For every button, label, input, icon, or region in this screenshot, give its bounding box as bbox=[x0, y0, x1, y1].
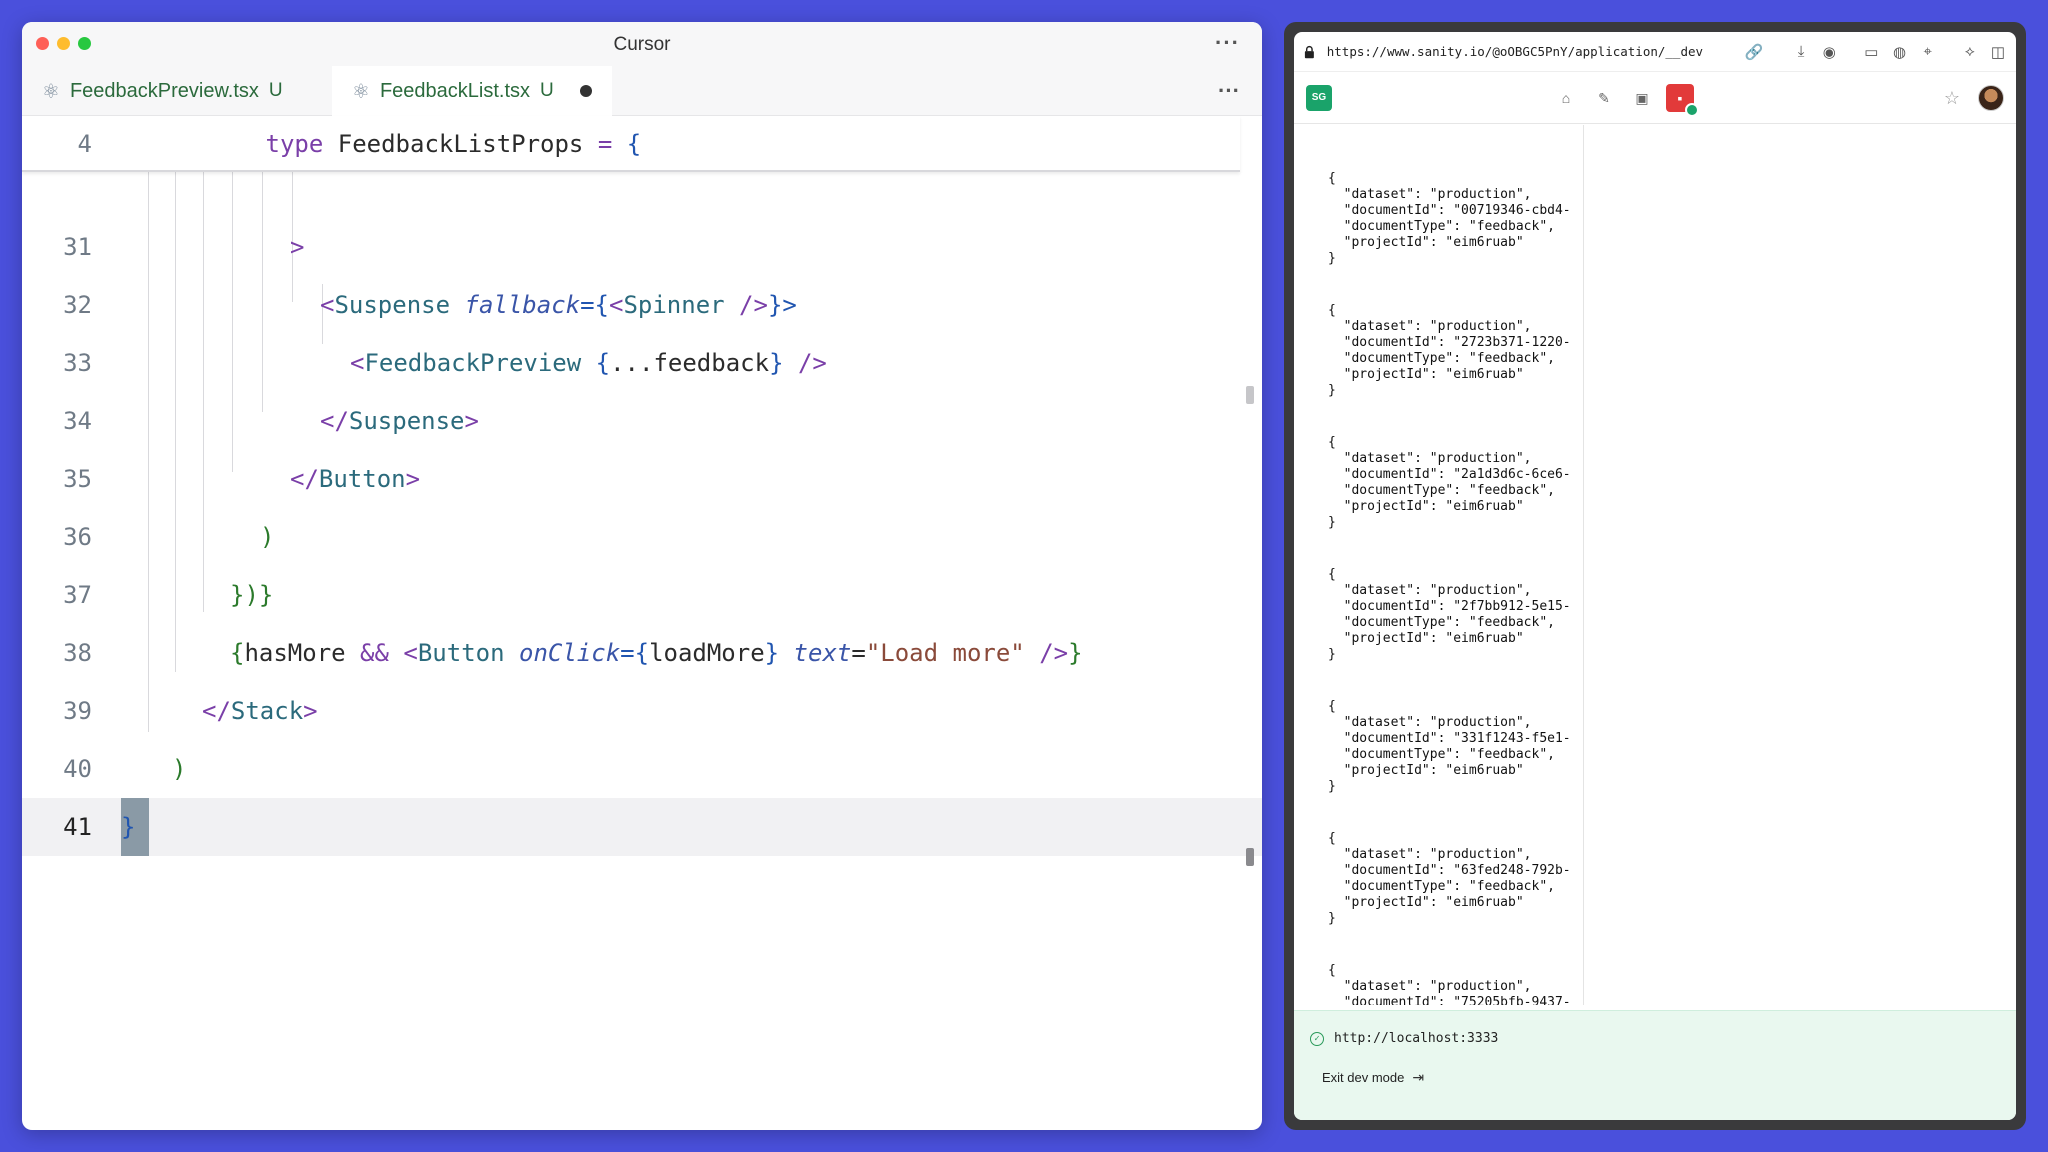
code-text: </Suspense> bbox=[320, 407, 479, 435]
camera-icon[interactable]: ◉ bbox=[1821, 44, 1837, 61]
sticky-scroll-header[interactable]: 4 type FeedbackListProps = { bbox=[22, 116, 1240, 172]
workspace-badge[interactable]: SG bbox=[1306, 84, 1332, 111]
crosshair-icon[interactable]: ⌖ bbox=[1920, 43, 1936, 60]
code-text: } bbox=[121, 813, 136, 841]
current-code-line[interactable]: 41 } bbox=[22, 798, 1262, 856]
editor-window: Cursor ··· ⚛ FeedbackPreview.tsx U ⚛ Fee… bbox=[22, 22, 1262, 1130]
code-line[interactable]: 38 {hasMore && <Button onClick={loadMore… bbox=[22, 624, 1262, 682]
more-icon[interactable]: ··· bbox=[1218, 78, 1240, 104]
line-number: 40 bbox=[63, 755, 92, 783]
tab-label: FeedbackList.tsx bbox=[379, 79, 531, 102]
json-document: { "dataset": "production", "documentId":… bbox=[1328, 171, 1571, 266]
code-line[interactable]: 31 > bbox=[22, 218, 1262, 276]
react-icon: ⚛ bbox=[352, 80, 370, 103]
dev-mode-footer: ✓ http://localhost:3333 Exit dev mode ⇥ bbox=[1294, 1010, 2016, 1120]
json-document: { "dataset": "production", "documentId":… bbox=[1328, 963, 1571, 1005]
json-document: { "dataset": "production", "documentId":… bbox=[1328, 435, 1571, 530]
code-line[interactable]: 35 </Button> bbox=[22, 450, 1262, 508]
home-icon[interactable]: ⌂ bbox=[1552, 84, 1580, 112]
code-line[interactable]: 32 <Suspense fallback={<Spinner />}> bbox=[22, 276, 1262, 334]
code-text: > bbox=[290, 233, 305, 261]
edit-icon[interactable]: ✎ bbox=[1590, 84, 1618, 112]
media-icon[interactable]: ▣ bbox=[1628, 84, 1656, 112]
exit-icon: ⇥ bbox=[1412, 1069, 1425, 1085]
code-line[interactable]: 40 ) bbox=[22, 740, 1262, 798]
globe-icon[interactable]: ◍ bbox=[1891, 44, 1907, 61]
untracked-badge: U bbox=[268, 80, 283, 101]
code-text: {hasMore && <Button onClick={loadMore} t… bbox=[230, 639, 1083, 667]
terminal-icon[interactable]: ▭ bbox=[1863, 44, 1879, 61]
code-line[interactable]: 34 </Suspense> bbox=[22, 392, 1262, 450]
app-dev-icon[interactable]: ▪ bbox=[1666, 84, 1699, 117]
star-icon[interactable]: ☆ bbox=[1944, 88, 1960, 109]
line-number: 36 bbox=[63, 523, 92, 551]
exit-dev-mode-button[interactable]: Exit dev mode ⇥ bbox=[1322, 1069, 1424, 1086]
line-number: 41 bbox=[63, 813, 92, 841]
code-text: ) bbox=[260, 523, 275, 551]
code-line[interactable]: 33 <FeedbackPreview {...feedback} /> bbox=[22, 334, 1262, 392]
link-icon[interactable]: 🔗 bbox=[1745, 44, 1764, 61]
line-number: 32 bbox=[63, 291, 92, 319]
code-line[interactable]: 37 })} bbox=[22, 566, 1262, 624]
tab-label: FeedbackPreview.tsx bbox=[69, 79, 259, 102]
code-text: </Button> bbox=[290, 465, 421, 493]
window-title: Cursor bbox=[613, 34, 671, 55]
line-number: 34 bbox=[63, 407, 92, 435]
download-icon[interactable]: ⤓ bbox=[1793, 43, 1809, 60]
untracked-badge: U bbox=[540, 80, 554, 101]
app-content: { "dataset": "production", "documentId":… bbox=[1294, 125, 2016, 1005]
browser-frame: https://www.sanity.io/@oOBGC5PnY/applica… bbox=[1294, 32, 2016, 1120]
browser-window: https://www.sanity.io/@oOBGC5PnY/applica… bbox=[1284, 22, 2026, 1130]
avatar[interactable] bbox=[1978, 85, 2004, 111]
react-icon: ⚛ bbox=[42, 80, 60, 103]
scrollbar-thumb[interactable] bbox=[1246, 848, 1254, 866]
extension-icon[interactable]: ⟡ bbox=[1962, 43, 1978, 60]
tool-switcher: ⌂ ✎ ▣ ▪ bbox=[1552, 84, 1699, 117]
line-number: 37 bbox=[63, 581, 92, 609]
line-number: 38 bbox=[63, 639, 92, 667]
check-circle-icon: ✓ bbox=[1310, 1031, 1324, 1046]
studio-navbar: SG ⌂ ✎ ▣ ▪ ☆ bbox=[1294, 72, 2016, 124]
code-line[interactable]: 36 ) bbox=[22, 508, 1262, 566]
code-editor[interactable]: 4 type FeedbackListProps = { 31 > 32 <Su… bbox=[22, 116, 1262, 1130]
lock-icon bbox=[1304, 45, 1314, 58]
sidebar-icon[interactable]: ◫ bbox=[1990, 44, 2006, 61]
unsaved-dot-icon[interactable] bbox=[579, 85, 592, 97]
code-text: <FeedbackPreview {...feedback} /> bbox=[350, 349, 827, 377]
code-text: ) bbox=[172, 755, 187, 783]
scrollbar-marker[interactable] bbox=[1246, 386, 1254, 404]
json-document: { "dataset": "production", "documentId":… bbox=[1328, 567, 1571, 662]
code-text: <Suspense fallback={<Spinner />}> bbox=[320, 291, 797, 319]
json-document: { "dataset": "production", "documentId":… bbox=[1328, 831, 1571, 926]
line-number: 31 bbox=[63, 233, 92, 261]
code-text: </Stack> bbox=[202, 697, 318, 725]
json-document-list[interactable]: { "dataset": "production", "documentId":… bbox=[1294, 125, 1584, 1005]
address-bar[interactable]: https://www.sanity.io/@oOBGC5PnY/applica… bbox=[1294, 32, 2016, 72]
code-line[interactable]: 39 </Stack> bbox=[22, 682, 1262, 740]
more-icon[interactable]: ··· bbox=[1215, 30, 1240, 56]
url-text[interactable]: https://www.sanity.io/@oOBGC5PnY/applica… bbox=[1327, 44, 1703, 59]
line-number: 33 bbox=[63, 349, 92, 377]
json-document: { "dataset": "production", "documentId":… bbox=[1328, 699, 1571, 794]
dev-status-badge bbox=[1685, 103, 1699, 117]
localhost-url[interactable]: http://localhost:3333 bbox=[1334, 1031, 1498, 1046]
json-document: { "dataset": "production", "documentId":… bbox=[1328, 303, 1571, 398]
editor-titlebar: Cursor ··· bbox=[22, 22, 1262, 66]
line-number: 4 bbox=[77, 130, 92, 158]
line-number: 35 bbox=[63, 465, 92, 493]
code-text: })} bbox=[230, 581, 274, 609]
exit-dev-mode-label: Exit dev mode bbox=[1322, 1070, 1405, 1085]
localhost-status: ✓ http://localhost:3333 bbox=[1310, 1031, 1498, 1046]
line-number: 39 bbox=[63, 697, 92, 725]
